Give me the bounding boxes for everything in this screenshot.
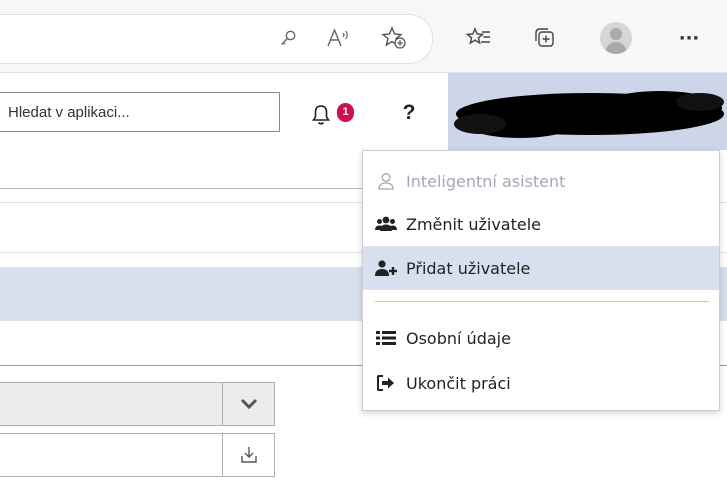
browser-toolbar: ··· [0,0,727,73]
redacted-username [454,91,724,138]
menu-item-add-user[interactable]: Přidat uživatele [363,246,719,290]
collections-icon[interactable] [529,22,561,54]
notification-badge[interactable]: 1 [337,103,354,122]
avatar-head [610,28,622,40]
user-plus-icon [375,258,397,278]
avatar-body [605,42,627,54]
menu-item-personal-data[interactable]: Osobní údaje [363,316,719,360]
users-icon [375,214,397,234]
address-bar[interactable] [0,14,433,64]
sign-out-icon [375,373,397,393]
menu-item-label: Ukončit práci [406,373,511,393]
menu-item-label: Inteligentní asistent [406,171,566,191]
chevron-down-icon[interactable] [222,383,275,425]
more-icon[interactable]: ··· [673,22,705,54]
add-favorite-icon[interactable] [378,22,410,54]
menu-item-label: Osobní údaje [406,328,511,348]
profile-avatar[interactable] [600,22,632,54]
list-icon [375,328,397,348]
person-outline-icon [375,171,397,191]
search-input[interactable] [0,92,280,132]
favorites-icon[interactable] [463,22,495,54]
menu-item-intelligent-assistant: Inteligentní asistent [363,159,719,203]
menu-separator [375,301,709,302]
menu-item-change-user[interactable]: Změnit uživatele [363,202,719,246]
bell-icon[interactable] [308,102,334,128]
import-icon[interactable] [222,434,275,476]
user-dropdown-menu: Inteligentní asistent Změnit uživatele P… [362,150,720,411]
menu-item-label: Přidat uživatele [406,258,531,278]
help-button[interactable]: ? [398,98,420,128]
divider-line [0,188,370,189]
key-icon[interactable] [272,22,304,54]
read-aloud-icon[interactable] [322,22,354,54]
menu-item-label: Změnit uživatele [406,214,541,234]
menu-item-sign-out[interactable]: Ukončit práci [363,361,719,405]
